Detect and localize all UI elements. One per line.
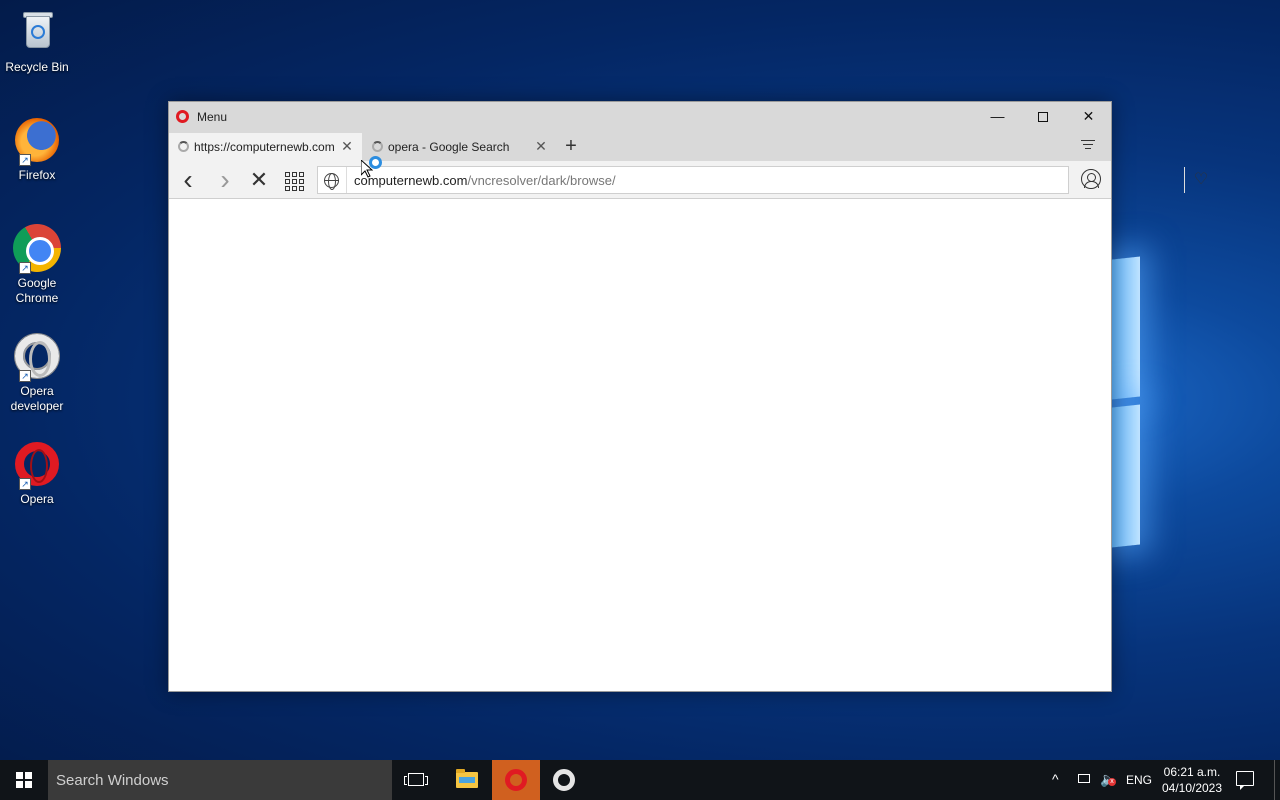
taskbar: Search Windows ^ 🔈 x ENG 06:21 a.m. 04/1… [0, 760, 1280, 800]
desktop-icon-opera-developer[interactable]: ↗ Opera developer [4, 332, 70, 414]
recycle-bin-icon [13, 8, 61, 56]
url-path: /vncresolver/dark/browse/ [467, 173, 616, 188]
opera-icon: ↗ [13, 440, 61, 490]
windows-logo-icon [16, 772, 32, 788]
desktop-icon-label: Recycle Bin [5, 60, 69, 74]
tab-menu-icon[interactable] [1081, 140, 1095, 152]
file-explorer-button[interactable] [442, 760, 490, 800]
url-text[interactable]: computernewb.com/vncresolver/dark/browse… [354, 173, 616, 188]
desktop-icon-label: Firefox [18, 168, 56, 182]
stop-loading-button[interactable]: ✕ [246, 167, 272, 193]
search-placeholder: Search Windows [56, 772, 169, 789]
minimize-button[interactable]: — [975, 102, 1020, 131]
task-view-icon [404, 773, 428, 786]
tab-title: opera - Google Search [388, 140, 510, 154]
desktop-icon-label: Google Chrome [15, 276, 59, 305]
input-language[interactable]: ENG [1126, 773, 1152, 800]
opera-icon [505, 769, 527, 791]
back-button[interactable]: ‹ [175, 166, 201, 194]
shortcut-arrow-icon: ↗ [19, 262, 31, 274]
opera-logo-icon[interactable] [176, 110, 189, 123]
clock-time: 06:21 a.m. [1163, 765, 1221, 779]
clock[interactable]: 06:21 a.m. 04/10/2023 [1156, 764, 1228, 800]
show-hidden-icons-button[interactable]: ^ [1052, 771, 1059, 800]
shortcut-arrow-icon: ↗ [19, 154, 31, 166]
tab-close-icon[interactable]: ✕ [339, 138, 355, 155]
opera-developer-taskbar-button[interactable] [540, 760, 588, 800]
tab-title: https://computernewb.com/vncresolver/dar… [194, 140, 334, 154]
desktop-icon-firefox[interactable]: ↗ Firefox [4, 116, 70, 183]
desktop-icon-label: Opera developer [10, 384, 64, 413]
desktop-icon-recycle-bin[interactable]: Recycle Bin [4, 8, 70, 75]
tab-close-icon[interactable]: ✕ [533, 138, 549, 155]
desktop-icon-opera[interactable]: ↗ Opera [4, 440, 70, 507]
speed-dial-button[interactable] [281, 167, 307, 193]
maximize-button[interactable] [1020, 102, 1065, 131]
page-viewport[interactable] [169, 199, 1111, 691]
opera-menu-button[interactable]: Menu [197, 110, 227, 124]
account-icon[interactable] [1081, 169, 1101, 189]
firefox-icon: ↗ [13, 116, 61, 166]
globe-icon[interactable] [324, 173, 339, 190]
opera-developer-icon [553, 769, 575, 791]
chrome-icon: ↗ [13, 224, 61, 274]
shortcut-arrow-icon: ↗ [19, 370, 31, 382]
loading-spinner-icon [372, 141, 383, 152]
action-center-icon[interactable] [1236, 771, 1254, 790]
folder-icon [456, 769, 478, 788]
opera-taskbar-button[interactable] [492, 760, 540, 800]
start-button[interactable] [0, 760, 48, 800]
address-bar[interactable]: computernewb.com/vncresolver/dark/browse… [317, 166, 1208, 194]
tab-computernewb[interactable]: https://computernewb.com/vncresolver/dar… [169, 133, 362, 161]
opera-browser-window: Menu — ✕ https://computernewb.com/vncres… [168, 101, 1208, 692]
shortcut-arrow-icon: ↗ [19, 478, 31, 490]
clock-date: 04/10/2023 [1161, 781, 1223, 795]
desktop-icon-label: Opera [20, 492, 54, 506]
title-bar: Menu — ✕ [169, 102, 1111, 131]
new-tab-button[interactable]: + [562, 136, 580, 156]
taskbar-search-box[interactable]: Search Windows [48, 760, 392, 800]
navigation-toolbar: ‹ › ✕ computernewb.com/vncresolver/dark/… [169, 161, 1208, 199]
show-desktop-button[interactable] [1274, 760, 1275, 800]
busy-cursor-icon [369, 156, 382, 169]
windows-wallpaper-logo [1112, 250, 1142, 550]
wallpaper-pane [1112, 404, 1140, 548]
opera-developer-icon: ↗ [13, 332, 61, 382]
mute-badge-icon: x [1108, 778, 1116, 786]
desktop-icon-chrome[interactable]: ↗ Google Chrome [4, 224, 70, 306]
close-button[interactable]: ✕ [1066, 102, 1111, 131]
loading-spinner-icon [178, 141, 189, 152]
bookmark-heart-button[interactable]: ♡ [1184, 167, 1217, 193]
tab-strip: https://computernewb.com/vncresolver/dar… [169, 131, 1111, 161]
tab-google-search[interactable]: opera - Google Search ✕ [363, 133, 553, 161]
volume-icon[interactable]: 🔈 x [1100, 771, 1117, 800]
network-icon[interactable] [1076, 772, 1094, 788]
maximize-icon [1037, 112, 1048, 123]
wallpaper-pane [1112, 256, 1140, 400]
grid-icon [284, 171, 304, 191]
forward-button[interactable]: › [212, 166, 238, 194]
task-view-button[interactable] [392, 760, 440, 800]
